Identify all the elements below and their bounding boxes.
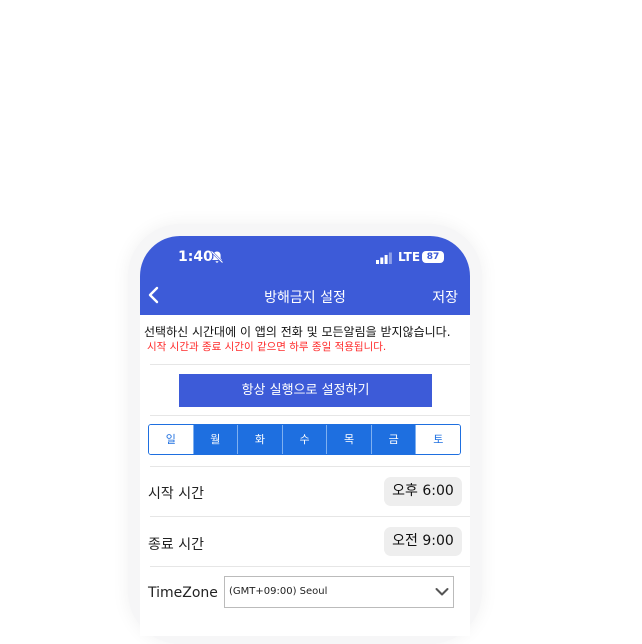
start-time-picker[interactable]: 오후 6:00 xyxy=(384,477,462,506)
weekday-selector: 일 월 화 수 목 금 토 xyxy=(148,424,461,455)
chevron-down-icon xyxy=(435,588,449,596)
day-toggle[interactable]: 수 xyxy=(282,425,328,454)
divider xyxy=(150,466,470,467)
end-time-picker[interactable]: 오전 9:00 xyxy=(384,527,462,556)
notice-text: 선택하신 시간대에 이 앱의 전화 및 모든알림을 받지않습니다. xyxy=(144,325,451,339)
timezone-select[interactable]: (GMT+09:00) Seoul xyxy=(224,576,454,608)
day-toggle[interactable]: 월 xyxy=(193,425,239,454)
day-toggle[interactable]: 목 xyxy=(327,425,372,454)
divider xyxy=(150,516,470,517)
day-toggle[interactable]: 일 xyxy=(149,425,194,454)
page-title: 방해금지 설정 xyxy=(264,290,346,306)
timezone-value: (GMT+09:00) Seoul xyxy=(229,586,328,597)
save-button[interactable]: 저장 xyxy=(432,287,458,307)
start-time-label: 시작 시간 xyxy=(148,486,204,502)
signal-icon xyxy=(376,252,392,264)
timezone-label: TimeZone xyxy=(148,585,218,601)
battery-icon: 87 xyxy=(422,251,444,263)
app-screen: 1:40 LTE 87 방해금지 설정 저장 선택하신 시간대에 이 앱의 전화… xyxy=(140,236,470,636)
divider xyxy=(150,364,470,365)
day-toggle[interactable]: 금 xyxy=(371,425,417,454)
network-type: LTE xyxy=(398,250,421,264)
end-time-label: 종료 시간 xyxy=(148,537,204,553)
day-toggle[interactable]: 화 xyxy=(238,425,283,454)
divider xyxy=(150,566,470,567)
bell-off-icon xyxy=(210,250,224,264)
warning-text: 시작 시간과 종료 시간이 같으면 하루 종일 적용됩니다. xyxy=(147,341,387,353)
always-on-button[interactable]: 항상 실행으로 설정하기 xyxy=(179,374,432,407)
day-toggle[interactable]: 토 xyxy=(416,425,460,454)
divider xyxy=(150,415,470,416)
app-header: 1:40 LTE 87 방해금지 설정 저장 xyxy=(140,236,470,315)
status-time: 1:40 xyxy=(178,249,213,265)
